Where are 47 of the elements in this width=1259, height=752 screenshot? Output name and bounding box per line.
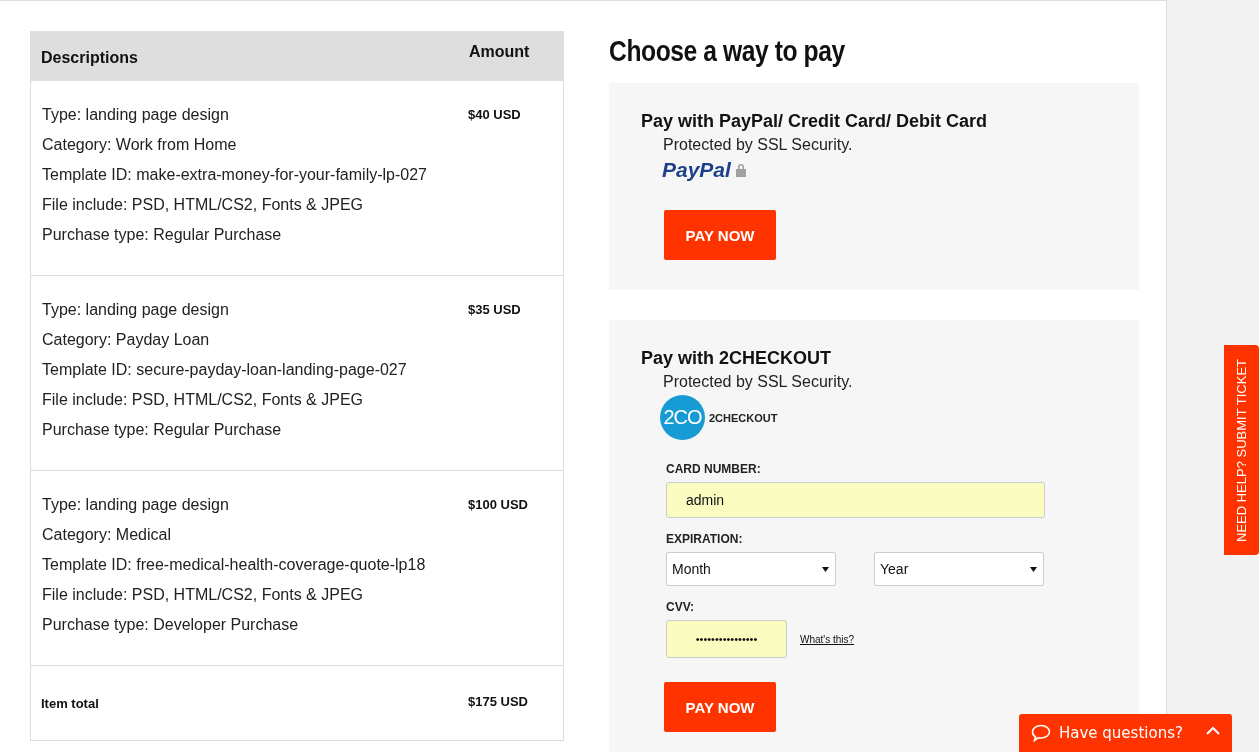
field-label: CARD NUMBER: [666, 462, 762, 476]
help-tab[interactable]: NEED HELP? SUBMIT TICKET [1224, 345, 1259, 555]
chevron-up-icon [1206, 726, 1220, 735]
item-detail: Purchase type: Developer Purchase [42, 615, 300, 634]
security-note: Protected by SSL Security. [663, 136, 854, 154]
logo-text: 2CHECKOUT [709, 411, 778, 424]
payment-heading: Pay with 2CHECKOUT [641, 348, 833, 369]
item-amount: $35 USD [468, 302, 521, 317]
month-dropdown[interactable]: Month [666, 552, 836, 586]
item-detail: File include: PSD, HTML/CS2, Fonts & JPEG [42, 585, 364, 604]
field-label: EXPIRATION: [666, 532, 744, 546]
whats-this-link[interactable]: What's this? [800, 633, 855, 645]
item-detail: Type: landing page design [42, 300, 230, 319]
item-detail: File include: PSD, HTML/CS2, Fonts & JPEG [42, 390, 364, 409]
field-label: CVV: [666, 600, 695, 614]
pay-now-button[interactable]: PAY NOW [664, 210, 776, 260]
item-detail: Template ID: secure-payday-loan-landing-page-027 [42, 360, 408, 379]
chat-button[interactable]: Have questions? [1019, 714, 1232, 752]
year-dropdown[interactable]: Year [874, 552, 1044, 586]
column-header: Amount [469, 43, 530, 60]
item-amount: $100 USD [468, 497, 528, 512]
total-amount: $175 USD [468, 694, 528, 709]
item-detail: Purchase type: Regular Purchase [42, 225, 283, 244]
security-note: Protected by SSL Security. [663, 373, 854, 391]
pay-now-button[interactable]: PAY NOW [664, 682, 776, 732]
lock-icon [734, 163, 747, 177]
item-detail: Purchase type: Regular Purchase [42, 420, 283, 439]
cvv-field[interactable]: •••••••••••••••• [666, 620, 787, 658]
item-detail: Category: Medical [42, 525, 172, 544]
item-detail: Template ID: free-medical-health-coverage-quote-lp18 [42, 555, 427, 574]
item-detail: Type: landing page design [42, 495, 230, 514]
item-detail: Category: Work from Home [42, 135, 238, 154]
logo-badge: 2CO [660, 395, 705, 440]
payment-heading: Pay with PayPal/ Credit Card/ Debit Card [641, 111, 989, 132]
item-detail: Category: Payday Loan [42, 330, 211, 349]
paypal-logo: PayPal [662, 158, 731, 182]
caret-icon [1030, 566, 1037, 572]
column-header: Descriptions [41, 49, 138, 66]
total-label: Item total [41, 696, 99, 711]
section-title: Choose a way to pay [609, 35, 845, 67]
item-detail: File include: PSD, HTML/CS2, Fonts & JPEG [42, 195, 364, 214]
item-amount: $40 USD [468, 107, 521, 122]
caret-icon [822, 566, 829, 572]
item-detail: Type: landing page design [42, 105, 230, 124]
speech-bubble-icon [1031, 724, 1051, 742]
card-number-field[interactable]: admin [666, 482, 1045, 518]
item-detail: Template ID: make-extra-money-for-your-family-lp-027 [42, 165, 428, 184]
